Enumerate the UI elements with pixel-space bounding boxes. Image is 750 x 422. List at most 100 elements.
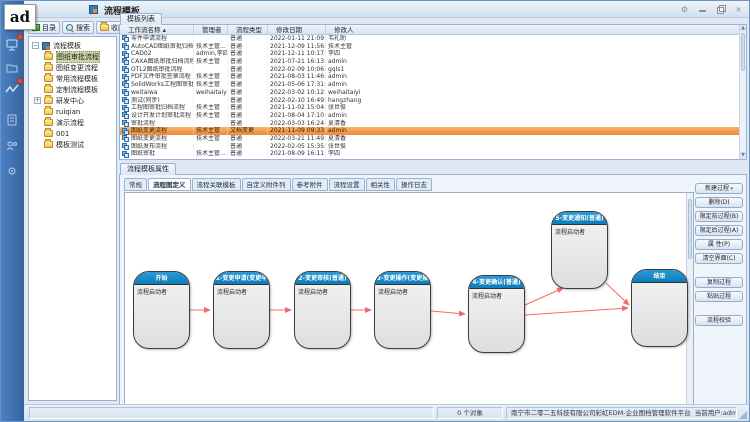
close-icon[interactable]: ×: [733, 4, 744, 15]
table-row[interactable]: weitaiwaweihaitaiyi普通2022-03-02 10:12:36…: [120, 89, 746, 97]
table-cell: 普通: [228, 89, 268, 97]
tab-流程关联模板[interactable]: 流程关联模板: [192, 178, 241, 191]
flow-node[interactable]: 2-变更审核(普通)流程启动者: [294, 271, 351, 349]
table-cell: 2021-07-21 16:13:21: [268, 58, 326, 66]
object-count: 0 个对象: [437, 407, 503, 419]
workflow-name-cell: 图纸变更流程: [120, 127, 194, 135]
workflow-name-cell: CAD02: [120, 50, 194, 58]
action-清空界面C[interactable]: 清空界面(C): [695, 253, 743, 264]
action-限定后过程A[interactable]: 限定后过程(A): [695, 225, 743, 236]
scroll-up-icon[interactable]: ▲: [740, 25, 746, 32]
flowchart-canvas[interactable]: 开始流程启动者 1-变更申请(变更申流程启动者 2-变更审核(普通)流程启动者 3-变…: [124, 192, 694, 407]
table-row[interactable]: CAXA图纸审批归档流程技术主管普通2021-07-21 16:13:21adm…: [120, 58, 746, 66]
workflow-name-cell: 审批流程: [120, 120, 194, 128]
table-row[interactable]: 图纸发布流程普通2022-02-05 15:35:27张世俊: [120, 143, 746, 151]
workflow-name-cell: 图纸变更流程: [120, 135, 194, 143]
table-row[interactable]: 工程图审批归档流程技术主管普通2021-11-02 15:04:17张世俊: [120, 104, 746, 112]
action-删除D[interactable]: 删除(D): [695, 197, 743, 208]
flow-node[interactable]: 4-变更确认(普通)流程启动者: [468, 275, 525, 353]
tab-相关性[interactable]: 相关性: [366, 178, 396, 191]
table-row[interactable]: 图纸审批技术主管...普通2021-08-09 16:11:08李四: [120, 150, 746, 158]
table-row[interactable]: 审批流程普通2022-03-03 16:24:40夏清香: [120, 120, 746, 128]
table-row[interactable]: 测试(同步)普通2022-02-10 16:49:12hangzhang: [120, 97, 746, 105]
tree-item[interactable]: 演示流程: [32, 117, 116, 128]
workflow-name-cell: weitaiwa: [120, 89, 194, 97]
tree-item[interactable]: 常用流程模板: [32, 73, 116, 84]
table-cell: admin: [326, 127, 746, 135]
users-icon[interactable]: [5, 137, 20, 151]
app-logo[interactable]: ad: [4, 4, 36, 30]
sidebar-toolbar-search[interactable]: 搜索: [62, 21, 94, 34]
action-复制过程[interactable]: 复制过程: [695, 277, 743, 288]
tree-root[interactable]: −流程模板: [32, 40, 116, 51]
column-header[interactable]: 修改人: [326, 25, 746, 34]
action-粘贴过程[interactable]: 粘贴过程: [695, 291, 743, 302]
column-header[interactable]: 管理者: [194, 25, 228, 34]
action-限定前过程B[interactable]: 限定前过程(B): [695, 211, 743, 222]
workflow-name-cell: 工程图审批归档流程: [120, 104, 194, 112]
tree-item[interactable]: ruiqian: [32, 106, 116, 117]
tree-item[interactable]: 模板测试: [32, 139, 116, 150]
table-row[interactable]: 图纸变更流程技术主管文档变更2021-11-09 09:33:24admin: [120, 127, 746, 135]
column-header[interactable]: 工作流名称 ▴: [120, 25, 194, 34]
action-新建过程[interactable]: 新建过程 ▾: [695, 183, 743, 194]
tab-自定义附件列[interactable]: 自定义附件列: [242, 178, 291, 191]
table-cell: 技术主管: [194, 127, 228, 135]
workflow-icon: [122, 51, 129, 58]
flow-node[interactable]: 结束: [631, 269, 688, 347]
resize-grip[interactable]: [739, 411, 747, 419]
flow-node[interactable]: 3-变更操作(变更操流程启动者: [374, 271, 431, 349]
table-row[interactable]: PDF文件审批签章流程技术主管普通2021-08-03 11:46:21admi…: [120, 73, 746, 81]
flow-node[interactable]: 5-变更通知(普通)流程启动者: [551, 211, 608, 289]
folder-icon: [44, 130, 53, 137]
current-user: 当前用户:admin: [695, 409, 737, 417]
tree-item[interactable]: 001: [32, 128, 116, 139]
table-cell: 技术主管: [194, 58, 228, 66]
expand-icon[interactable]: +: [34, 97, 41, 104]
activity-icon[interactable]: [5, 81, 20, 95]
tree-item[interactable]: 图纸变更流程: [32, 62, 116, 73]
flow-node[interactable]: 1-变更申请(变更申流程启动者: [213, 271, 270, 349]
column-header[interactable]: 修改日期: [268, 25, 326, 34]
table-row[interactable]: CAD02admin,李四普通2021-12-11 10:17:29李四: [120, 50, 746, 58]
tab-流程图定义[interactable]: 流程图定义: [148, 178, 191, 191]
table-cell: 普通: [228, 35, 268, 43]
properties-tabstrip: 常规流程图定义流程关联模板自定义附件列参考附件流程设置相关性操作日志: [124, 178, 690, 191]
table-row[interactable]: SolidWorks工程图审批流程技术主管普通2021-05-06 17:31:…: [120, 81, 746, 89]
table-row[interactable]: AutoCAD图纸审批归档流程技术主管...普通2021-12-09 11:56…: [120, 43, 746, 51]
table-row[interactable]: OTL2图纸审批流程普通2022-02-09 10:06:32gqls1: [120, 66, 746, 74]
tree-item-label: 演示流程: [56, 118, 84, 128]
tab-操作日志[interactable]: 操作日志: [396, 178, 432, 191]
restore-icon[interactable]: [715, 4, 726, 15]
tab-template-list[interactable]: 模板列表: [120, 13, 162, 25]
gear-icon[interactable]: [5, 163, 20, 177]
table-cell: 技术主管...: [194, 43, 228, 51]
clipboard-icon[interactable]: [5, 111, 20, 125]
tab-template-properties[interactable]: 流程模板属性: [120, 163, 176, 175]
table-row[interactable]: 图纸变更流程技术主管普通2022-03-21 11:49:05夏清香: [120, 135, 746, 143]
table-row[interactable]: 设计开发计划审批流程技术主管普通2021-08-04 17:10:36admin: [120, 112, 746, 120]
tab-常规[interactable]: 常规: [124, 178, 147, 191]
tab-参考附件[interactable]: 参考附件: [292, 178, 328, 191]
desktop-icon[interactable]: [5, 37, 20, 51]
tree-item[interactable]: 定制流程模板: [32, 84, 116, 95]
settings-icon[interactable]: ⚙: [679, 4, 690, 15]
table-scrollbar[interactable]: ▲ ▼: [739, 25, 746, 159]
action-属性P[interactable]: 属 性(P): [695, 239, 743, 250]
tree-item[interactable]: 图纸审批流程: [32, 51, 116, 62]
folder-icon[interactable]: [5, 59, 20, 73]
scroll-down-icon[interactable]: ▼: [740, 152, 746, 159]
collapse-icon[interactable]: −: [32, 42, 39, 49]
column-header[interactable]: 流程类型: [228, 25, 268, 34]
workflow-icon: [122, 35, 129, 42]
tab-流程设置[interactable]: 流程设置: [329, 178, 365, 191]
action-流程校验[interactable]: 流程校验: [695, 315, 743, 326]
folder-icon: [44, 86, 53, 93]
scroll-thumb[interactable]: [741, 33, 745, 71]
table-header: 工作流名称 ▴管理者流程类型修改日期修改人: [120, 25, 746, 35]
table-cell: 普通: [228, 135, 268, 143]
table-row[interactable]: 零件申请流程普通2022-01-11 21:09:29韦礼助: [120, 35, 746, 43]
tree-item[interactable]: +研发中心: [32, 95, 116, 106]
flow-node[interactable]: 开始流程启动者: [133, 271, 190, 349]
minimize-icon[interactable]: [697, 4, 708, 15]
